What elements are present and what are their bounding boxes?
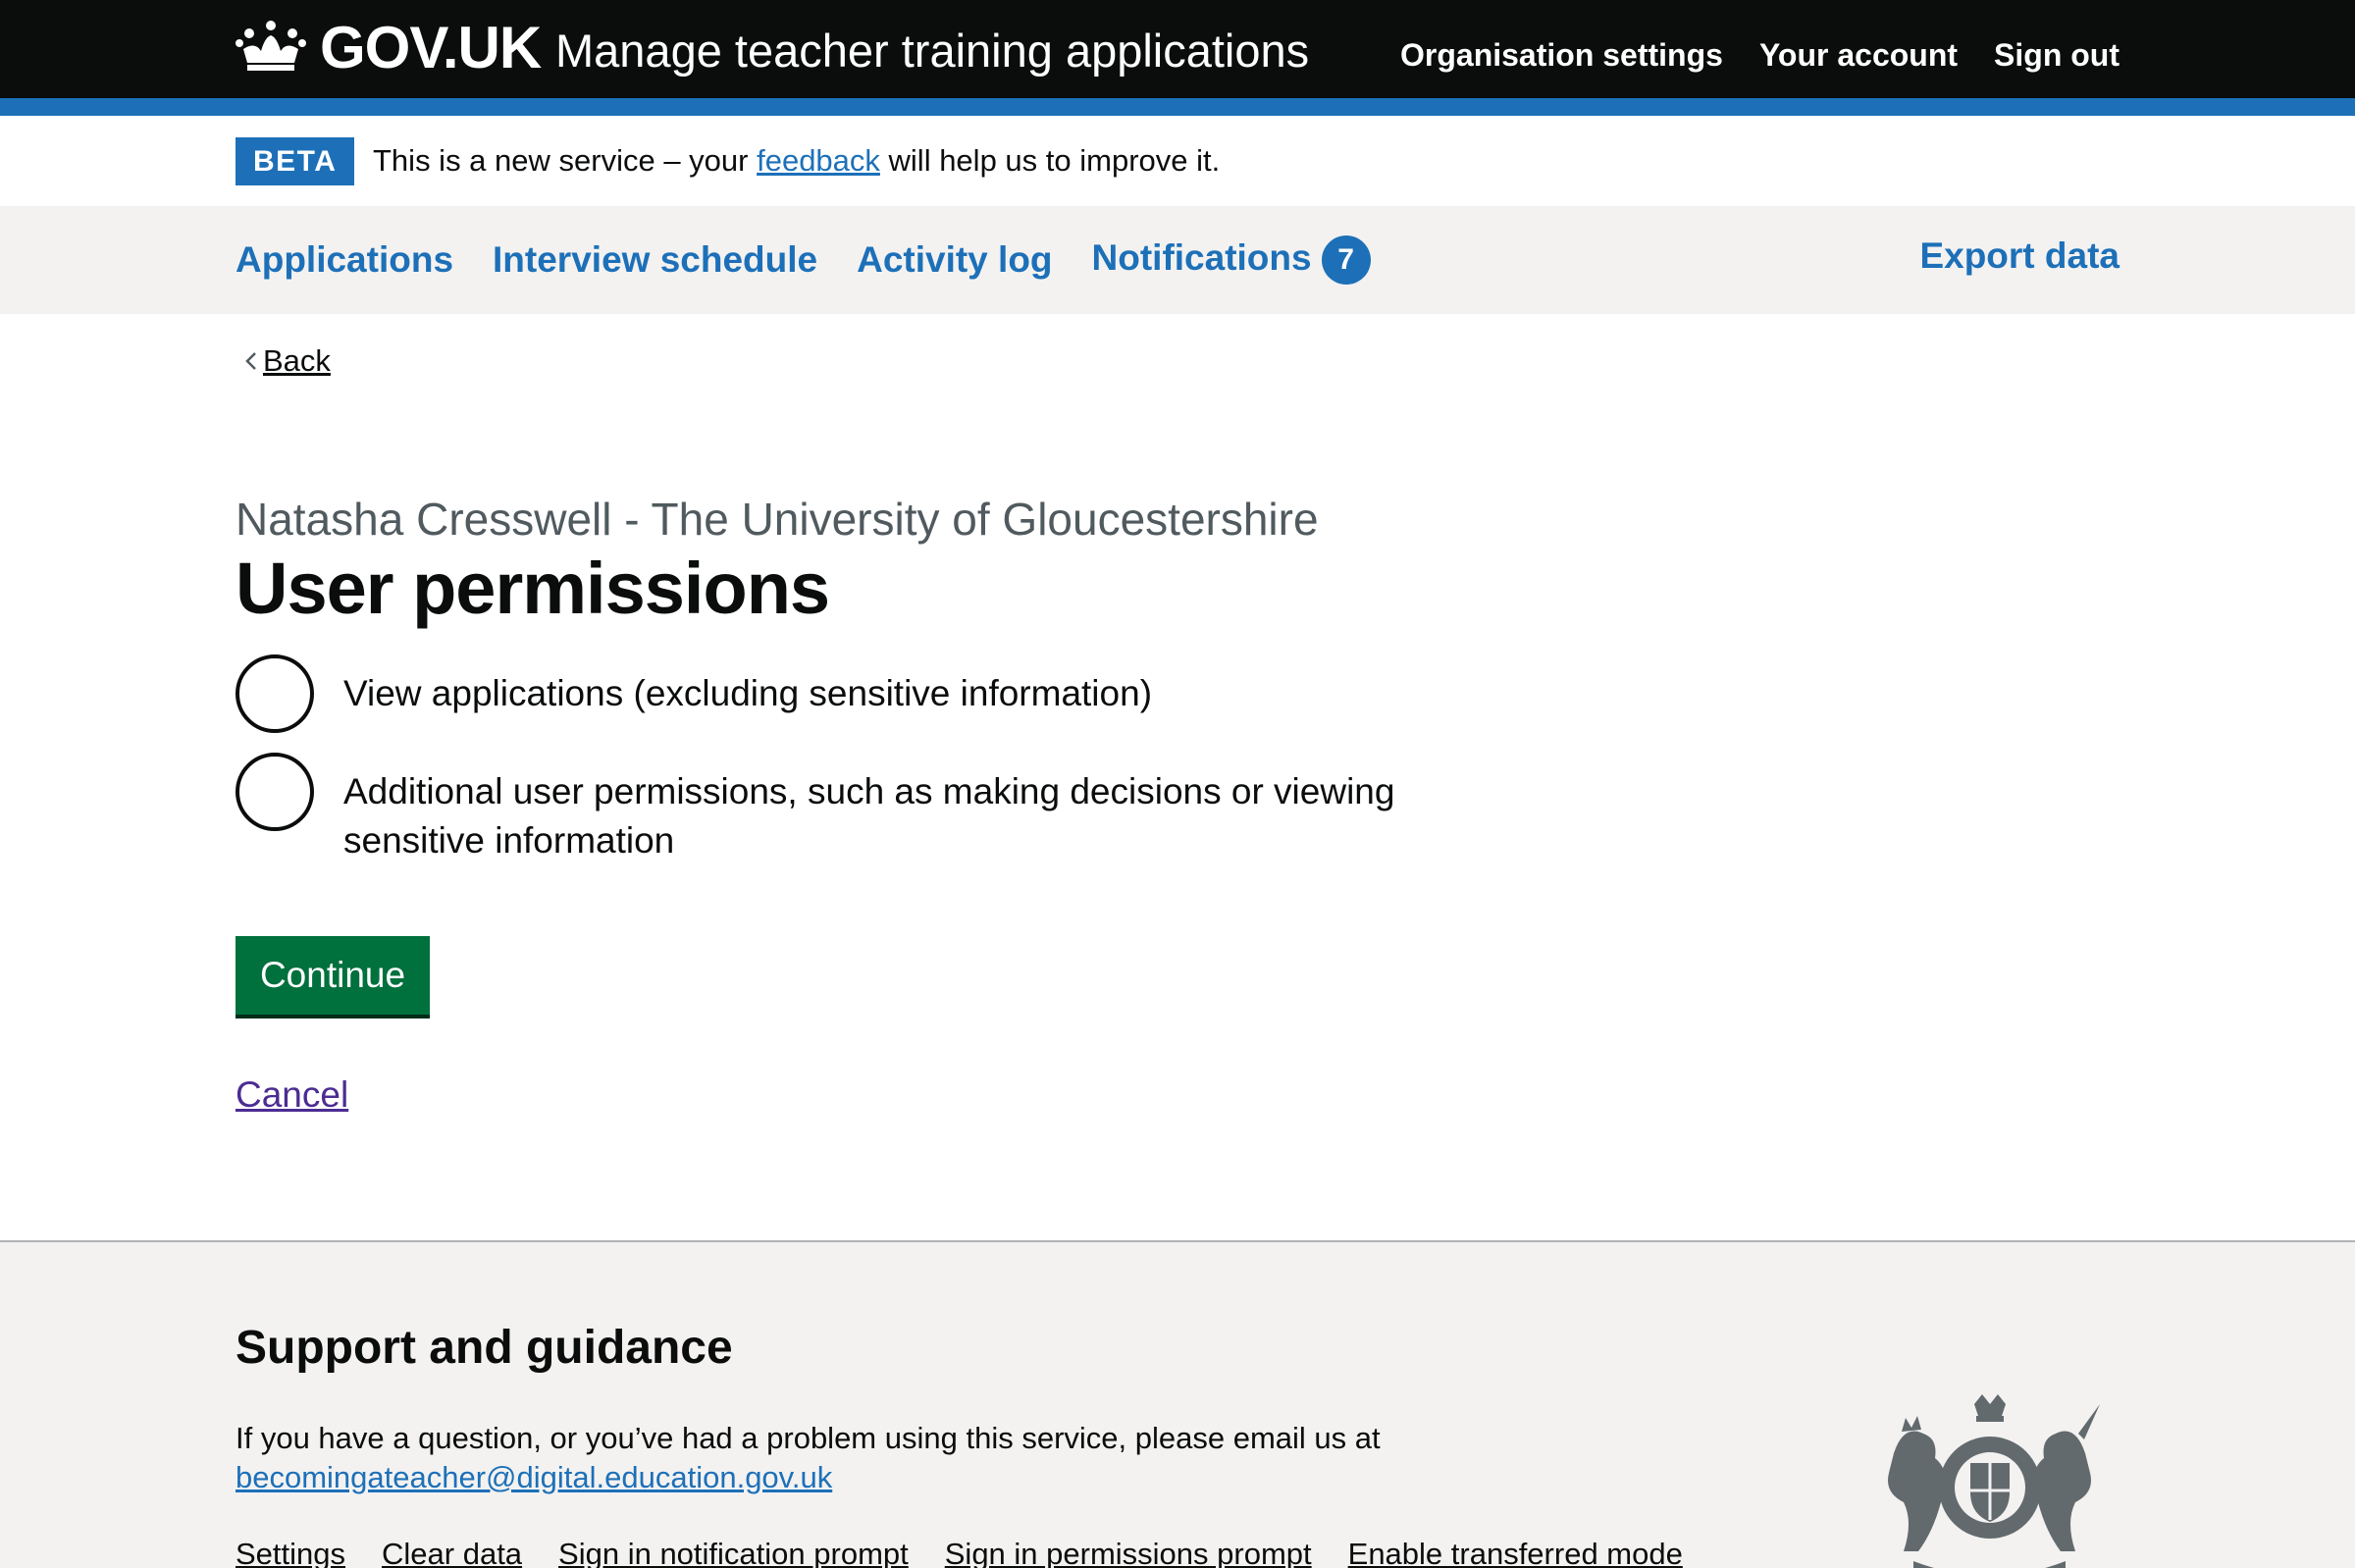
your-account-link[interactable]: Your account: [1759, 37, 1958, 74]
continue-button[interactable]: Continue: [236, 936, 430, 1015]
phase-text-after: will help us to improve it.: [879, 143, 1221, 178]
header-blue-bar: [0, 98, 2355, 116]
footer-heading: Support and guidance: [236, 1322, 733, 1374]
page-title: User permissions: [236, 548, 830, 629]
chevron-left-icon: [245, 352, 256, 370]
footer-link-sign-in-notification-prompt[interactable]: Sign in notification prompt: [558, 1537, 909, 1568]
radio-button[interactable]: [236, 654, 314, 733]
royal-coat-of-arms-icon: [1888, 1394, 2100, 1568]
cancel-link[interactable]: Cancel: [236, 1074, 348, 1116]
site-footer: Support and guidance If you have a quest…: [0, 1240, 2355, 1568]
radio-label[interactable]: Additional user permissions, such as mak…: [343, 753, 1403, 865]
nav-notifications[interactable]: Notifications 7: [1092, 235, 1371, 285]
phase-text-before: This is a new service – your: [373, 143, 758, 178]
radio-view-applications[interactable]: View applications (excluding sensitive i…: [236, 654, 1403, 733]
phase-banner: BETA This is a new service – your feedba…: [0, 116, 2355, 206]
radio-additional-permissions[interactable]: Additional user permissions, such as mak…: [236, 753, 1403, 865]
notification-count-badge: 7: [1321, 235, 1371, 285]
service-name[interactable]: Manage teacher training applications: [555, 24, 1309, 78]
radio-button[interactable]: [236, 753, 314, 831]
site-header: GOV.UK Manage teacher training applicati…: [0, 0, 2355, 98]
sign-out-link[interactable]: Sign out: [1994, 37, 2120, 74]
feedback-link[interactable]: feedback: [757, 143, 880, 178]
organisation-settings-link[interactable]: Organisation settings: [1400, 37, 1723, 74]
phase-banner-text: This is a new service – your feedback wi…: [373, 143, 1220, 179]
beta-tag: BETA: [236, 137, 355, 185]
footer-support-text: If you have a question, or you’ve had a …: [236, 1419, 1381, 1497]
support-email-link[interactable]: becomingateacher@digital.education.gov.u…: [236, 1460, 832, 1494]
footer-link-enable-transferred-mode[interactable]: Enable transferred mode: [1348, 1537, 1683, 1568]
nav-interview-schedule[interactable]: Interview schedule: [493, 239, 817, 281]
back-link[interactable]: Back: [236, 343, 331, 379]
back-link-label: Back: [263, 343, 331, 378]
primary-nav: Applications Interview schedule Activity…: [0, 206, 2355, 314]
header-nav: Organisation settings Your account Sign …: [1400, 37, 2120, 74]
footer-link-clear-data[interactable]: Clear data: [382, 1537, 522, 1568]
crown-icon: [236, 21, 306, 71]
nav-notifications-label: Notifications: [1091, 236, 1312, 278]
footer-link-settings[interactable]: Settings: [236, 1537, 345, 1568]
nav-activity-log[interactable]: Activity log: [857, 239, 1052, 281]
nav-applications[interactable]: Applications: [236, 239, 453, 281]
export-data-link[interactable]: Export data: [1919, 235, 2120, 277]
footer-support-sentence: If you have a question, or you’ve had a …: [236, 1421, 1381, 1455]
govuk-logo[interactable]: GOV.UK: [320, 14, 542, 81]
page-caption: Natasha Cresswell - The University of Gl…: [236, 494, 1319, 545]
footer-links: Settings Clear data Sign in notification…: [236, 1537, 1683, 1568]
radio-label[interactable]: View applications (excluding sensitive i…: [343, 654, 1403, 718]
footer-link-sign-in-permissions-prompt[interactable]: Sign in permissions prompt: [945, 1537, 1312, 1568]
